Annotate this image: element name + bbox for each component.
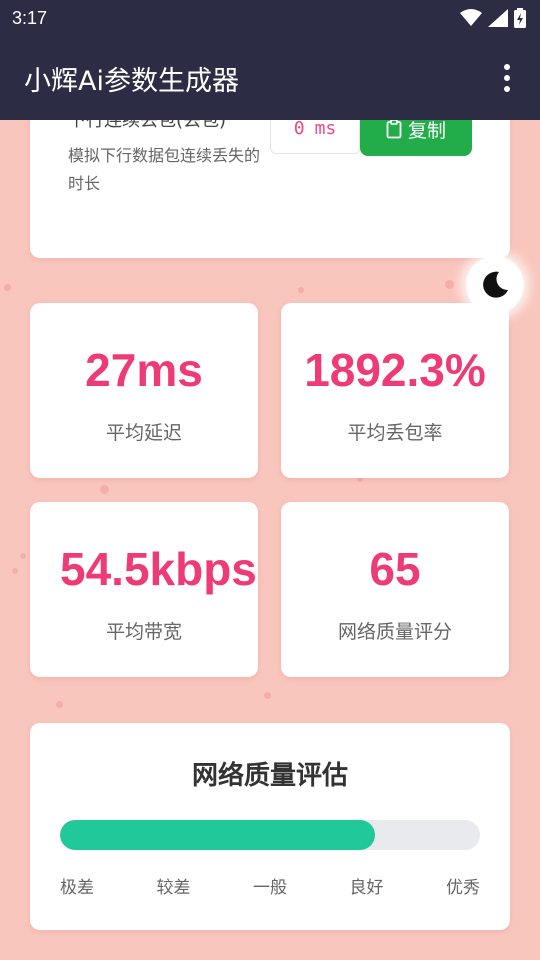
decor-dot (4, 284, 11, 291)
decor-dot (100, 485, 109, 494)
stat-label: 平均丢包率 (347, 422, 443, 444)
decor-dot (20, 553, 26, 559)
battery-icon (514, 8, 526, 28)
duration-value: 0 (293, 120, 305, 139)
stat-label: 网络质量评分 (337, 621, 452, 643)
wifi-icon (460, 9, 482, 26)
status-bar: 3:17 (0, 0, 540, 36)
stat-value: 27ms (85, 344, 203, 396)
quality-progress-bar (60, 820, 480, 850)
setting-card: 下行连续丢包(丢包) 模拟下行数据包连续丢失的时长 0 ms 复制 (30, 120, 510, 258)
level-label: 极差 (60, 878, 94, 898)
level-label: 优秀 (446, 878, 480, 898)
stat-card-loss: 1892.3% 平均丢包率 (281, 303, 509, 478)
signal-icon (488, 9, 508, 27)
quality-levels: 极差 较差 一般 良好 优秀 (60, 873, 480, 898)
status-icons (460, 8, 526, 28)
main-content[interactable]: 下行连续丢包(丢包) 模拟下行数据包连续丢失的时长 0 ms 复制 27ms 平… (0, 120, 540, 960)
decor-dot (264, 692, 271, 699)
quality-evaluation-card: 网络质量评估 极差 较差 一般 良好 优秀 (30, 723, 510, 930)
setting-title: 下行连续丢包(丢包) (68, 120, 227, 131)
status-time: 3:17 (12, 7, 48, 28)
stat-card-score: 65 网络质量评分 (281, 502, 509, 677)
level-label: 较差 (156, 878, 191, 898)
decor-dot (12, 568, 18, 574)
stat-label: 平均延迟 (105, 422, 182, 444)
more-vert-icon[interactable] (496, 58, 518, 98)
clipboard-icon (386, 120, 402, 139)
moon-icon (483, 271, 508, 298)
stat-label: 平均带宽 (105, 621, 182, 643)
app-bar: 小辉Ai参数生成器 (0, 36, 540, 120)
stat-card-bandwidth: 54.5kbps 平均带宽 (30, 502, 258, 677)
decor-dot (445, 280, 454, 289)
copy-label: 复制 (407, 120, 446, 142)
stat-value: 1892.3% (304, 344, 486, 396)
app-title: 小辉Ai参数生成器 (24, 65, 239, 97)
decor-dot (56, 701, 63, 708)
stat-card-latency: 27ms 平均延迟 (30, 303, 258, 478)
quality-progress-fill (60, 820, 375, 850)
duration-input[interactable]: 0 ms (270, 120, 360, 154)
decor-dot (298, 287, 304, 293)
stat-value: 54.5kbps (60, 543, 257, 595)
level-label: 良好 (349, 878, 384, 898)
level-label: 一般 (253, 878, 287, 898)
duration-unit: ms (314, 120, 337, 139)
setting-description: 模拟下行数据包连续丢失的时长 (68, 146, 261, 193)
evaluation-title: 网络质量评估 (191, 761, 348, 791)
stat-value: 65 (369, 543, 421, 595)
theme-toggle-button[interactable] (466, 256, 524, 314)
copy-button[interactable]: 复制 (360, 120, 472, 156)
